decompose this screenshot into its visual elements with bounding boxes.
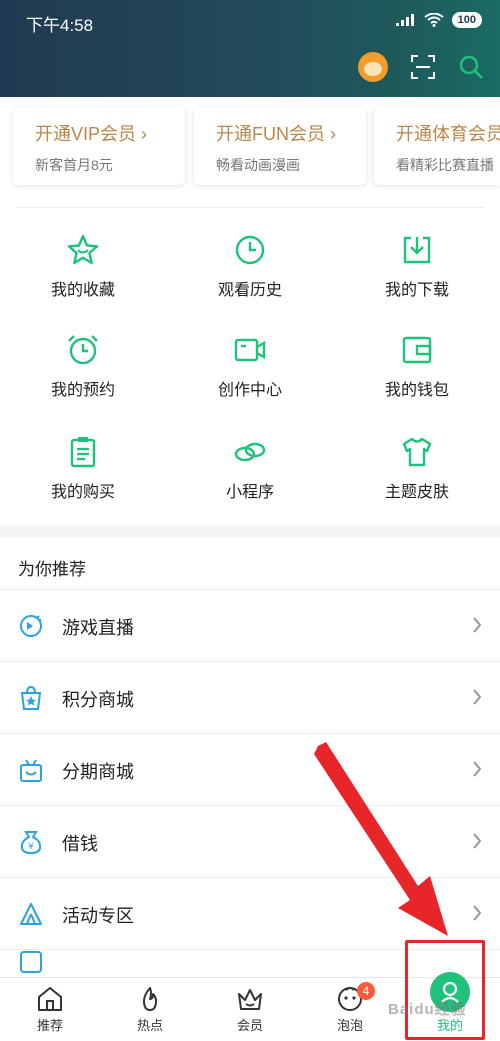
vip-card-sports[interactable]: 开通体育会员 看精彩比赛直播 xyxy=(374,107,500,185)
flame-icon xyxy=(143,987,157,1011)
vip-card-vip[interactable]: 开通VIP会员 › 新客首月8元 xyxy=(13,107,185,185)
clock-icon xyxy=(235,235,265,265)
list-item-game-live[interactable]: 游戏直播 xyxy=(0,589,500,661)
annotation-arrow xyxy=(314,742,448,936)
vip-cards-row: 开通VIP会员 › 新客首月8元 开通FUN会员 › 畅看动画漫画 开通体育会员… xyxy=(0,97,500,207)
grid-item-theme-skin[interactable]: 主题皮肤 xyxy=(334,435,500,502)
star-icon xyxy=(67,234,99,265)
header: 下午4:58 100 xyxy=(0,0,500,97)
game-icon xyxy=(20,615,42,637)
signal-icon xyxy=(395,14,414,26)
list-item-points-mall[interactable]: 积分商城 xyxy=(0,661,500,733)
camera-icon xyxy=(234,338,266,362)
divider xyxy=(16,207,484,208)
battery-indicator: 100 xyxy=(451,12,482,28)
vip-card-title: 开通FUN会员 › xyxy=(216,124,336,144)
grid-item-label: 小程序 xyxy=(225,484,274,501)
wifi-icon xyxy=(424,13,444,27)
shopping-bag-icon xyxy=(20,759,42,782)
alarm-icon xyxy=(68,335,98,365)
crown-icon xyxy=(238,989,262,1010)
notification-badge: 4 xyxy=(357,982,375,1000)
tab-vip[interactable]: 会员 xyxy=(200,986,300,1034)
search-icon[interactable] xyxy=(458,54,484,80)
clipboard-icon xyxy=(70,437,96,468)
tab-recommend[interactable]: 推荐 xyxy=(0,986,100,1034)
vip-card-subtitle: 新客首月8元 xyxy=(35,157,113,173)
screen: 下午4:58 100 开通VIP会员 › 新客首月8元 开通FUN会员 › 畅看… xyxy=(0,0,500,1041)
grid-item-favorites[interactable]: 我的收藏 xyxy=(0,233,166,300)
annotation-highlight-box xyxy=(405,940,485,1040)
download-icon xyxy=(403,236,431,264)
vip-card-title: 开通VIP会员 › xyxy=(35,124,148,144)
grid-item-history[interactable]: 观看历史 xyxy=(167,233,333,300)
chevron-right-icon xyxy=(473,617,482,633)
grid-item-label: 我的购买 xyxy=(50,484,115,501)
grid-item-label: 我的预约 xyxy=(50,382,115,399)
shirt-icon xyxy=(402,437,432,467)
grid-item-downloads[interactable]: 我的下载 xyxy=(334,233,500,300)
grid-item-label: 我的下载 xyxy=(384,282,449,299)
scan-icon[interactable] xyxy=(410,54,436,80)
home-icon xyxy=(38,987,62,1011)
vip-card-title: 开通体育会员 xyxy=(396,124,500,144)
grid-item-purchases[interactable]: 我的购买 xyxy=(0,435,166,502)
tab-label: 热点 xyxy=(136,1018,163,1033)
list-item-label: 借钱 xyxy=(62,834,98,854)
tab-bubble[interactable]: 4 泡泡 xyxy=(300,982,400,1034)
tab-hot[interactable]: 热点 xyxy=(100,986,200,1034)
chevron-right-icon xyxy=(473,905,482,921)
grid-item-label: 创作中心 xyxy=(217,382,282,399)
section-title: 为你推荐 xyxy=(18,560,86,579)
tent-icon xyxy=(20,903,42,925)
partial-icon xyxy=(20,951,42,973)
grid-item-wallet[interactable]: 我的钱包 xyxy=(334,333,500,400)
vip-card-subtitle: 看精彩比赛直播 xyxy=(396,157,494,173)
tab-label: 推荐 xyxy=(36,1018,63,1033)
money-bag-icon: ¥ xyxy=(20,831,42,855)
vip-card-subtitle: 畅看动画漫画 xyxy=(216,157,300,173)
grid-item-mini-programs[interactable]: 小程序 xyxy=(167,435,333,502)
tab-label: 泡泡 xyxy=(336,1018,363,1033)
list-item-label: 游戏直播 xyxy=(62,618,134,638)
avatar-icon[interactable] xyxy=(358,52,388,82)
grid-item-label: 我的收藏 xyxy=(50,282,115,299)
vip-card-fun[interactable]: 开通FUN会员 › 畅看动画漫画 xyxy=(194,107,366,185)
grid-item-creator-center[interactable]: 创作中心 xyxy=(167,333,333,400)
shop-star-icon xyxy=(20,685,42,710)
header-actions xyxy=(358,52,484,82)
chevron-right-icon xyxy=(473,833,482,849)
status-time: 下午4:58 xyxy=(26,16,94,35)
list-item-label: 活动专区 xyxy=(62,906,134,926)
status-icons: 100 xyxy=(395,12,482,28)
grid-item-label: 我的钱包 xyxy=(384,382,449,399)
grid-item-reservations[interactable]: 我的预约 xyxy=(0,333,166,400)
tab-label: 会员 xyxy=(236,1018,263,1033)
chevron-right-icon xyxy=(473,689,482,705)
grid-item-label: 主题皮肤 xyxy=(384,484,449,501)
function-grid: 我的收藏 观看历史 我的下载 我的预约 创作中心 我的钱包 我的购买 小程序 主… xyxy=(0,207,500,525)
watermark: Baidu经验 xyxy=(388,1001,467,1018)
chevron-right-icon xyxy=(473,761,482,777)
grid-item-label: 观看历史 xyxy=(217,282,282,299)
list-item-label: 积分商城 xyxy=(62,690,134,710)
list-item-label: 分期商城 xyxy=(62,762,134,782)
link-icon xyxy=(234,442,266,462)
svg-text:¥: ¥ xyxy=(28,842,34,852)
wallet-icon xyxy=(402,336,432,364)
